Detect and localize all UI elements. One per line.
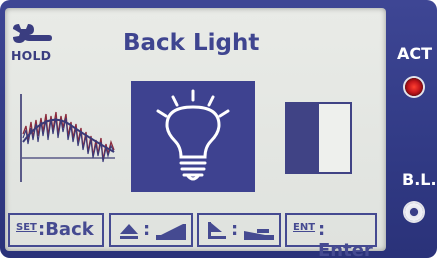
wrench-icon xyxy=(13,24,52,43)
ent-key-label: ENT xyxy=(293,222,316,233)
act-led xyxy=(405,78,423,96)
waveform-icon xyxy=(20,94,115,182)
decrease-button[interactable]: : xyxy=(197,213,281,247)
backlight-button[interactable] xyxy=(405,203,423,221)
device-bezel: HOLD Back Light SET:Back:: ENT: Ente… xyxy=(0,0,437,261)
separator: : xyxy=(231,219,239,240)
increase-button[interactable]: : xyxy=(109,213,193,247)
back-button[interactable]: SET :Back xyxy=(8,213,104,247)
eject-down-icon xyxy=(208,222,226,239)
act-label: ACT xyxy=(397,44,433,63)
hold-indicator: HOLD xyxy=(11,22,52,68)
ramp-up-icon xyxy=(156,224,186,240)
lcd-screen: HOLD Back Light SET:Back:: ENT: Ente… xyxy=(5,8,386,261)
softkey-bar: SET :Back : : ENT: Enter xyxy=(5,213,386,261)
back-label: :Back xyxy=(38,219,94,240)
set-key-label: SET xyxy=(16,222,37,233)
page-title: Back Light xyxy=(123,30,260,56)
light-bulb-icon xyxy=(156,89,230,181)
enter-button[interactable]: ENT : Enter xyxy=(285,213,377,261)
bl-label: B.L. xyxy=(402,170,437,189)
backlight-level-fill xyxy=(287,104,319,172)
hold-label: HOLD xyxy=(11,48,52,63)
separator: : xyxy=(143,219,151,240)
eject-up-icon xyxy=(120,224,138,239)
ramp-down-icon xyxy=(244,229,274,240)
backlight-icon-panel xyxy=(131,81,255,192)
backlight-level-indicator xyxy=(285,102,352,174)
enter-label: : Enter xyxy=(318,219,373,261)
